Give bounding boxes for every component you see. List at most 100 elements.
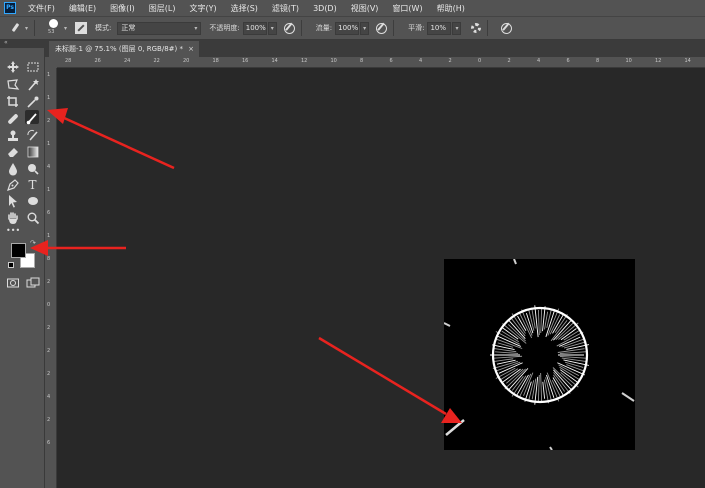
ruler-tick-label: 24 <box>124 58 131 64</box>
type-icon[interactable]: T <box>26 176 40 192</box>
smoothing-field[interactable]: 10% <box>427 21 452 35</box>
ruler-tick-label: 18 <box>212 58 219 64</box>
ruler-tick-label: 20 <box>183 58 190 64</box>
default-colors-icon[interactable] <box>8 262 14 268</box>
brush-settings-panel-icon[interactable] <box>75 22 88 34</box>
hand-icon[interactable] <box>6 210 20 224</box>
options-bar: ▾ 53 ▾ 模式: 正常 ▾ 不透明度: 100% ▾ 流量: 100% ▾ … <box>0 16 705 40</box>
menu-file[interactable]: 文件(F) <box>28 3 55 14</box>
crop-icon[interactable] <box>6 94 20 108</box>
ruler-tick-label: 2 <box>47 325 51 331</box>
mode-select[interactable]: 正常 ▾ <box>117 21 202 35</box>
menu-filter[interactable]: 滤镜(T) <box>272 3 299 14</box>
zoom-icon[interactable] <box>26 210 40 225</box>
path-selection-icon[interactable] <box>6 193 20 208</box>
marquee-icon[interactable] <box>26 59 40 73</box>
ruler-tick-label: 1 <box>47 141 51 147</box>
ruler-tick-label: 8 <box>360 58 364 64</box>
clone-stamp-icon[interactable] <box>6 128 20 142</box>
stroke-mark <box>445 419 465 436</box>
chevron-down-icon[interactable]: ▾ <box>64 25 67 32</box>
close-icon[interactable]: × <box>188 41 194 57</box>
mode-value: 正常 <box>121 23 136 32</box>
divider <box>34 20 36 36</box>
pressure-opacity-icon[interactable] <box>283 22 295 34</box>
brush-icon[interactable] <box>25 110 39 125</box>
move-icon[interactable] <box>6 59 20 73</box>
pressure-size-icon[interactable] <box>501 22 513 34</box>
ruler-tick-label: 1 <box>47 187 51 193</box>
gradient-icon[interactable] <box>26 144 40 158</box>
smoothing-label: 平滑: <box>408 24 425 32</box>
eraser-icon[interactable] <box>6 144 20 158</box>
history-brush-icon[interactable] <box>26 128 40 142</box>
ruler-tick-label: 12 <box>655 58 662 64</box>
burst-ray <box>492 355 523 359</box>
tool-preset-brush-icon[interactable] <box>10 22 22 34</box>
vertical-ruler[interactable]: 1 1 2 1 4 1 6 1 8 2 0 2 2 2 4 2 6 <box>45 68 57 488</box>
menu-layer[interactable]: 图层(L) <box>149 3 176 14</box>
ruler-tick-label: 28 <box>65 58 72 64</box>
opacity-dropdown[interactable]: ▾ <box>267 21 277 35</box>
ruler-tick-label: 0 <box>47 302 51 308</box>
ruler-tick-label: 10 <box>330 58 337 64</box>
menu-3d[interactable]: 3D(D) <box>313 4 337 13</box>
more-tools-icon[interactable]: ••• <box>6 224 26 238</box>
screen-mode-icon[interactable] <box>26 275 40 289</box>
magic-wand-icon[interactable] <box>26 77 40 91</box>
burst-ray <box>495 351 519 354</box>
burst-ray <box>498 362 523 374</box>
ruler-tick-label: 2 <box>47 348 51 354</box>
airbrush-icon[interactable] <box>376 22 388 34</box>
divider <box>393 20 395 36</box>
menu-type[interactable]: 文字(Y) <box>189 3 216 14</box>
horizontal-ruler[interactable]: 28 26 24 22 20 18 16 14 12 10 8 6 4 2 0 2 4 6 8 10 12 14 <box>57 57 705 68</box>
opacity-field[interactable]: 100% <box>242 21 267 35</box>
smoothing-dropdown[interactable]: ▾ <box>452 21 462 35</box>
chevron-down-icon: ▾ <box>194 24 198 32</box>
burst-ray <box>542 381 546 399</box>
lasso-icon[interactable] <box>6 77 20 91</box>
menu-image[interactable]: 图像(I) <box>110 3 135 14</box>
ruler-tick-label: 8 <box>596 58 600 64</box>
gear-icon[interactable] <box>471 23 482 33</box>
ruler-tick-label: 1 <box>47 233 51 239</box>
dodge-icon[interactable] <box>26 161 40 175</box>
collapse-icon[interactable]: « <box>4 39 8 46</box>
ruler-tick-label: 26 <box>94 58 101 64</box>
menu-edit[interactable]: 编辑(E) <box>69 3 96 14</box>
swap-colors-icon[interactable]: ↷ <box>30 239 36 247</box>
menu-window[interactable]: 窗口(W) <box>392 3 422 14</box>
flow-dropdown[interactable]: ▾ <box>360 21 370 35</box>
ruler-tick-label: 22 <box>153 58 160 64</box>
ruler-tick-label: 6 <box>566 58 570 64</box>
photoshop-window: Ps 文件(F) 编辑(E) 图像(I) 图层(L) 文字(Y) 选择(S) 滤… <box>0 0 705 488</box>
burst-ray <box>540 372 543 401</box>
burst-ray <box>543 379 549 404</box>
flow-field[interactable]: 100% <box>335 21 360 35</box>
pen-icon[interactable] <box>6 177 20 191</box>
brush-preset-picker[interactable]: 53 <box>47 18 61 38</box>
ruler-tick-label: 6 <box>389 58 393 64</box>
toolbox: T ••• ↷ <box>0 48 45 488</box>
ruler-tick-label: 10 <box>625 58 632 64</box>
document-tab[interactable]: 未标题-1 @ 75.1% (图层 0, RGB/8#) * × <box>49 41 199 57</box>
quick-mask-icon[interactable] <box>6 275 20 289</box>
menu-select[interactable]: 选择(S) <box>231 3 258 14</box>
menu-help[interactable]: 帮助(H) <box>437 3 465 14</box>
divider <box>487 20 489 36</box>
ruler-tick-label: 2 <box>47 371 51 377</box>
ruler-tick-label: 14 <box>271 58 278 64</box>
foreground-color-swatch[interactable] <box>11 243 26 258</box>
chevron-down-icon[interactable]: ▾ <box>25 25 28 32</box>
document-canvas[interactable] <box>443 258 635 451</box>
eyedropper-icon[interactable] <box>26 94 40 108</box>
stroke-mark <box>443 322 451 327</box>
menu-bar: Ps 文件(F) 编辑(E) 图像(I) 图层(L) 文字(Y) 选择(S) 滤… <box>0 0 705 16</box>
burst-ray <box>561 357 588 363</box>
toolbox-header: « <box>0 39 45 48</box>
shape-icon[interactable] <box>26 193 40 207</box>
menu-view[interactable]: 视图(V) <box>351 3 379 14</box>
blur-icon[interactable] <box>6 161 20 176</box>
healing-brush-icon[interactable] <box>6 111 20 125</box>
